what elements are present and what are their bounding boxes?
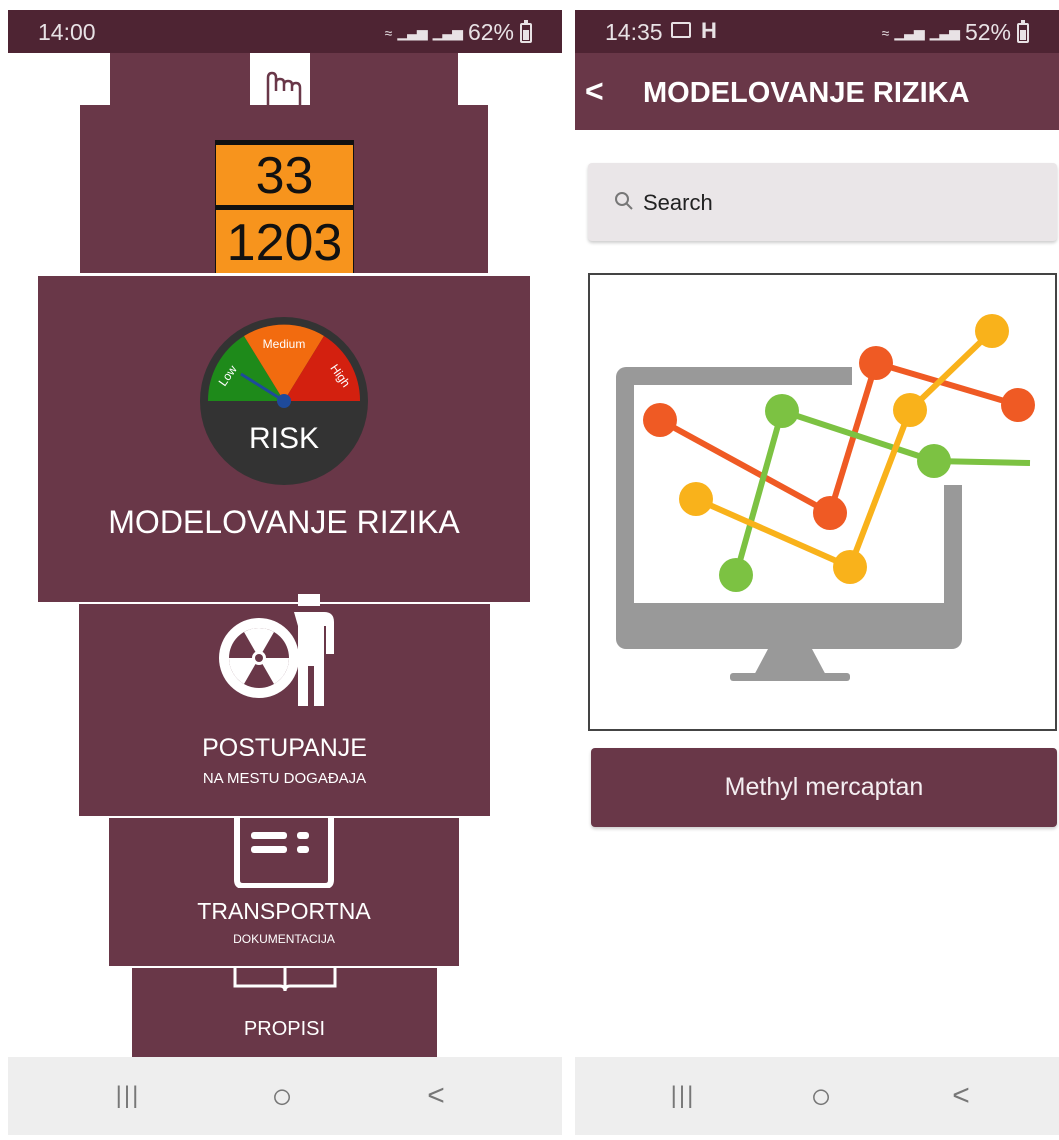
search-icon	[615, 192, 633, 210]
wifi-icon: ≈	[881, 24, 890, 41]
card-risk-modeling-label: MODELOVANJE RIZIKA	[108, 504, 460, 540]
gauge-center-label: RISK	[249, 422, 319, 455]
signal-icon: ▁▃▅	[397, 24, 427, 40]
status-time: 14:35	[605, 19, 663, 45]
signal-icon-2: ▁▃▅	[432, 24, 463, 40]
status-icons: ≈ ▁▃▅ ▁▃▅ 52%	[882, 19, 1029, 46]
recents-button[interactable]: |||	[98, 1079, 158, 1113]
back-arrow-icon[interactable]: <	[585, 73, 604, 110]
card-procedure[interactable]: POSTUPANJE NA MESTU DOGAĐAJA	[79, 594, 490, 816]
right-phone-screen: 14:35 H ≈ ▁▃▅ ▁▃▅ 52% < MODELOVANJE RIZI…	[575, 10, 1059, 1135]
app-notification-icon: H	[701, 18, 717, 43]
card-transport-docs[interactable]: TRANSPORTNA DOKUMENTACIJA	[109, 818, 459, 966]
home-button[interactable]: ○	[791, 1078, 851, 1114]
wifi-icon: ≈	[384, 24, 393, 41]
gauge-medium-label: Medium	[263, 337, 306, 351]
card-procedure-sublabel: NA MESTU DOGAĐAJA	[202, 770, 367, 787]
document-list-icon	[234, 818, 334, 888]
card-regulations-label: PROPISI	[243, 1018, 326, 1040]
signal-icon: ▁▃▅	[894, 24, 924, 40]
un-number: 1203	[226, 214, 343, 272]
battery-percent: 52%	[964, 19, 1011, 45]
card-risk-modeling[interactable]: Low Medium High RISK MODELOVANJE RIZIKA	[38, 276, 530, 602]
hazard-number: 33	[255, 147, 314, 205]
result-methyl-mercaptan-button[interactable]: Methyl mercaptan	[591, 748, 1057, 827]
gallery-notification-icon	[671, 22, 691, 38]
card-procedure-label: POSTUPANJE	[202, 734, 367, 762]
signal-icon-2: ▁▃▅	[929, 24, 960, 40]
status-icons: ≈ ▁▃▅ ▁▃▅ 62%	[385, 19, 532, 46]
hazard-plate: 33 1203	[215, 140, 354, 273]
card-top-partial[interactable]	[110, 53, 458, 108]
search-placeholder: Search	[643, 190, 713, 215]
status-bar: 14:00 ≈ ▁▃▅ ▁▃▅ 62%	[8, 10, 562, 53]
system-nav-bar: ||| ○ <	[8, 1057, 562, 1135]
system-nav-bar: ||| ○ <	[575, 1057, 1059, 1135]
hazard-divider	[216, 205, 353, 210]
back-button[interactable]: <	[931, 1079, 991, 1113]
battery-icon	[1017, 19, 1029, 43]
network-monitor-illustration	[616, 314, 1052, 681]
card-transport-docs-sublabel: DOKUMENTACIJA	[233, 932, 335, 946]
recents-button[interactable]: |||	[653, 1079, 713, 1113]
battery-percent: 62%	[467, 19, 514, 45]
home-button[interactable]: ○	[252, 1078, 312, 1114]
card-hazard-plate[interactable]: 33 1203	[80, 105, 488, 273]
book-icon	[233, 968, 337, 992]
hand-pointer-icon	[250, 53, 310, 108]
battery-icon	[520, 19, 532, 43]
risk-model-illustration	[588, 273, 1057, 731]
app-bar: < MODELOVANJE RIZIKA	[575, 53, 1059, 130]
status-bar: 14:35 H ≈ ▁▃▅ ▁▃▅ 52%	[575, 10, 1059, 53]
page-title: MODELOVANJE RIZIKA	[643, 77, 970, 109]
status-time: 14:00	[38, 19, 96, 45]
search-input[interactable]: Search	[588, 163, 1057, 241]
card-transport-docs-label: TRANSPORTNA	[197, 898, 371, 924]
risk-gauge-icon: Low Medium High RISK	[200, 317, 368, 485]
left-phone-screen: 14:00 ≈ ▁▃▅ ▁▃▅ 62% 33 1203 Low Medium H…	[8, 10, 562, 1135]
card-regulations[interactable]: PROPISI	[132, 968, 437, 1058]
back-button[interactable]: <	[406, 1079, 466, 1113]
radiation-worker-icon	[219, 594, 334, 706]
